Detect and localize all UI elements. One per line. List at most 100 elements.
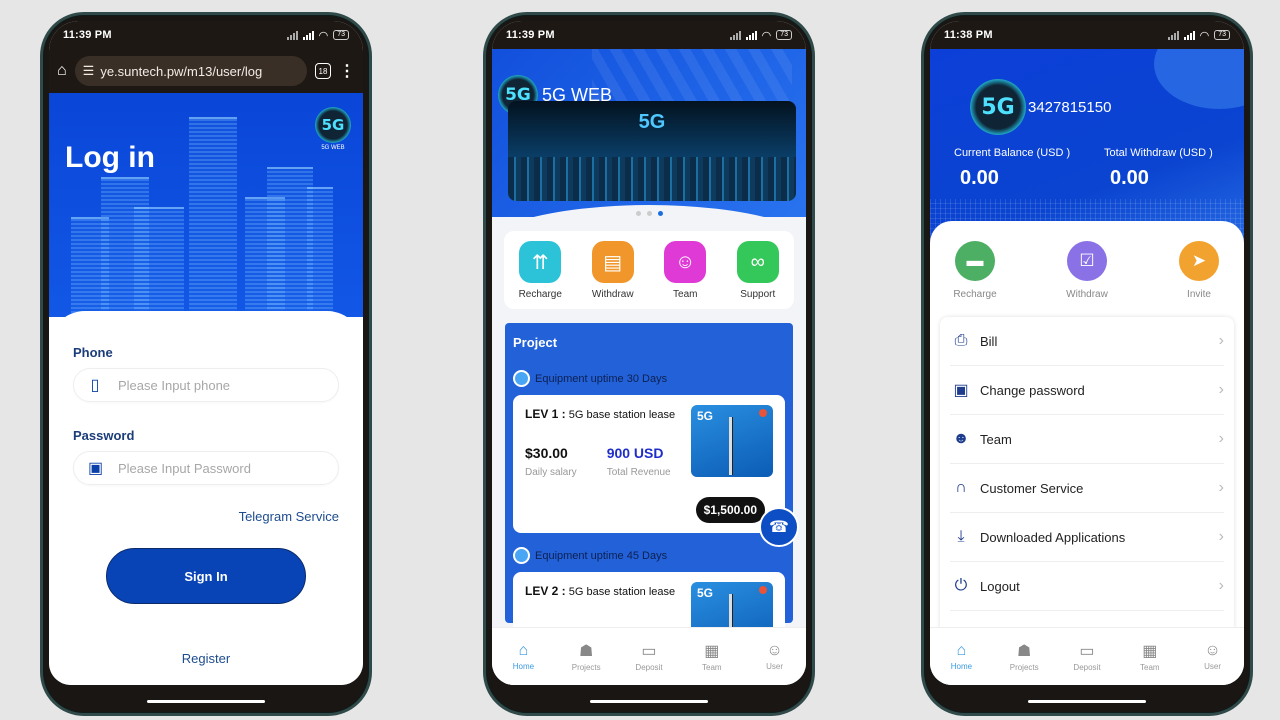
level-label: LEV 2 : [525,584,566,598]
tab-label: Projects [571,663,601,672]
app-logo: 5G 5G WEB [315,107,351,151]
chevron-right-icon: › [1218,332,1224,349]
download-icon: ⤓ [957,528,965,545]
banner-text: 5G [638,111,666,133]
price-button[interactable]: $1,500.00 [695,497,765,523]
status-bar: 11:38 PM ◠ 73 [930,21,1244,49]
phone-input[interactable]: ▯ Please Input phone [73,368,339,402]
tab-label: User [766,662,784,671]
uptime-label: Equipment uptime 45 Days [535,549,668,562]
more-menu-icon[interactable]: ⋮ [339,61,355,81]
wifi-icon: ◠ [318,29,329,42]
promo-banner[interactable]: 5G [508,101,796,201]
uptime-group-header: Equipment uptime 30 Days [513,370,785,387]
action-recharge[interactable]: ▬ Recharge [950,241,1000,300]
menu-label: Customer Service [980,480,1084,496]
menu-label: Logout [980,578,1020,594]
tab-projects[interactable]: ☗ Projects [999,641,1049,672]
tab-label: Home [950,662,973,671]
password-placeholder: Please Input Password [118,460,251,476]
tab-label: Team [702,663,722,672]
project-card[interactable]: LEV 1 : 5G base station lease $30.00 Dail… [513,395,785,533]
upload-arrows-icon: ⇈ [519,241,562,283]
battery-icon: 73 [333,30,349,40]
carousel-dot[interactable] [646,211,652,216]
wifi-icon: ◠ [1199,29,1210,42]
signal-icon [286,30,298,40]
carousel-dot[interactable] [635,211,641,216]
current-balance: Current Balance (USD ) 0.00 [954,147,1070,190]
user-identity: 5G 3427815150 [970,79,1111,135]
power-icon: ⏻ [954,577,968,594]
menu-item-customer-service[interactable]: ∩ Customer Service › [950,464,1224,513]
tab-projects[interactable]: ☗ Projects [561,641,611,672]
page-title: Log in [65,141,155,174]
gift-icon: ▦ [1142,643,1158,660]
chevron-right-icon: › [1218,479,1224,496]
customer-service-fab[interactable]: ☎ [759,507,799,547]
uptime-label: Equipment uptime 30 Days [535,372,668,385]
lock-icon: ▣ [88,460,104,477]
tab-team[interactable]: ▦ Team [1125,641,1175,672]
action-withdraw[interactable]: ☑ Withdraw [1062,241,1112,300]
quick-action-team[interactable]: ☺ Team [655,241,715,309]
tab-user[interactable]: ☺ User [1188,642,1238,671]
total-revenue-value: 900 USD [606,445,664,461]
tab-home[interactable]: ⌂ Home [936,642,986,671]
tab-deposit[interactable]: ▭ Deposit [624,641,674,672]
tab-user[interactable]: ☺ User [750,642,800,671]
logo-caption: 5G WEB [321,145,345,151]
menu-label: Team [980,431,1012,447]
wifi-icon: ◠ [761,29,772,42]
menu-item-team[interactable]: ☻ Team › [950,415,1224,464]
cart-icon: ☗ [579,643,594,660]
status-time: 11:39 PM [63,29,112,41]
tab-label: Deposit [635,663,663,672]
phone-icon: ▯ [90,377,100,394]
bottom-tab-bar: ⌂ Home ☗ Projects ▭ Deposit ▦ Team ☺ User [930,627,1244,685]
withdraw-label: Total Withdraw (USD ) [1104,147,1213,159]
total-withdraw: Total Withdraw (USD ) 0.00 [1104,147,1213,190]
menu-item-downloaded-applications[interactable]: ⤓ Downloaded Applications › [950,513,1224,562]
logo-mark: 5G [315,107,351,143]
quick-action-recharge[interactable]: ⇈ Recharge [510,241,570,309]
flame-icon [759,409,767,417]
tab-deposit[interactable]: ▭ Deposit [1062,641,1112,672]
link-icon: ∞ [736,241,779,283]
menu-item-logout[interactable]: ⏻ Logout › [950,562,1224,611]
menu-label: Downloaded Applications [980,529,1126,545]
quick-action-label: Team [673,289,698,300]
carousel-dot-active[interactable] [657,211,663,216]
tab-label: Team [1140,663,1160,672]
quick-action-support[interactable]: ∞ Support [728,241,788,309]
tabs-button[interactable]: 18 [315,63,331,79]
cart-icon: ☗ [1017,643,1032,660]
telegram-service-link[interactable]: Telegram Service [73,509,339,524]
action-invite[interactable]: ➤ Invite [1174,241,1224,300]
circle-icon [513,370,530,387]
level-desc: 5G base station lease [568,409,676,421]
menu-item-change-password[interactable]: ▣ Change password › [950,366,1224,415]
phone-user: 11:38 PM ◠ 73 5G 3427815150 Current Bala… [921,12,1253,716]
site-settings-icon[interactable]: ☰ [83,63,95,79]
carousel-indicator [492,211,806,216]
tab-team[interactable]: ▦ Team [687,641,737,672]
quick-actions: ⇈ Recharge ▤ Withdraw ☺ Team ∞ Support [504,231,794,309]
home-icon: ⌂ [518,642,529,659]
tab-home[interactable]: ⌂ Home [498,642,548,671]
password-input[interactable]: ▣ Please Input Password [73,451,339,485]
users-icon: ☺ [664,241,707,283]
url-bar[interactable]: ☰ ye.suntech.pw/m13/user/log [74,56,307,86]
login-hero: Log in 5G 5G WEB [49,93,363,317]
status-time: 11:39 PM [506,29,555,41]
phone-home: 11:39 PM ◠ 73 5G 5G WEB 5G ⇈ Recharge ▤ … [483,12,815,716]
phone-placeholder: Please Input phone [118,377,231,393]
register-link[interactable]: Register [73,651,339,666]
home-icon[interactable]: ⌂ [57,62,67,80]
quick-action-label: Withdraw [591,289,634,300]
home-icon: ⌂ [956,642,967,659]
image-badge: 5G [697,409,714,423]
sign-in-button[interactable]: Sign In [106,548,306,604]
menu-item-bill[interactable]: ⎙ Bill › [950,317,1224,366]
quick-action-withdraw[interactable]: ▤ Withdraw [583,241,643,309]
